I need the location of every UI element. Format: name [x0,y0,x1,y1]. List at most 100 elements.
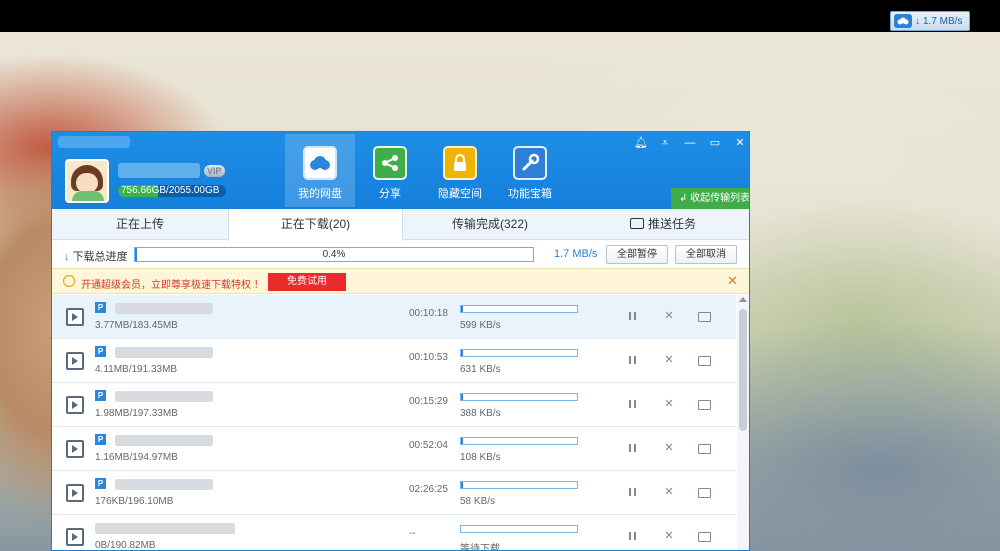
tab-downloading[interactable]: 正在下载(20) [228,209,403,241]
bell-icon[interactable]: 🔔︎ [631,134,651,152]
video-file-icon [66,352,84,370]
p-badge-icon: P [95,478,106,489]
video-file-icon [66,440,84,458]
video-file-icon [66,308,84,326]
folder-icon[interactable] [697,353,711,367]
item-speed: 388 KB/s [460,408,501,419]
storage-quota: 756.66GB/2055.00GB [118,185,226,197]
item-speed: 等待下载... [460,544,509,551]
cloud-icon [303,146,337,180]
video-file-icon [66,528,84,546]
folder-icon[interactable] [697,485,711,499]
file-size: 3.77MB/183.45MB [95,320,178,331]
table-row[interactable]: P 1.98MB/197.33MB 00:15:29 388 KB/s ✕ [52,383,736,427]
tray-speed-text: 1.7 MB/s [923,15,963,27]
item-progress-bar [460,349,578,357]
folder-icon[interactable] [697,397,711,411]
table-row[interactable]: P 176KB/196.10MB 02:26:25 58 KB/s ✕ [52,471,736,515]
tab-push-tasks[interactable]: 推送任务 [577,209,749,240]
pause-icon[interactable] [626,529,640,543]
vip-crown-icon[interactable]: VIP [204,165,225,177]
promo-text: 开通超级会员，立即尊享极速下载特权 ！ [81,280,264,291]
avatar[interactable] [65,159,109,203]
nav-hidden-space[interactable]: 隐藏空间 [425,134,495,207]
total-progress-bar: 0.4% [134,247,534,262]
close-icon[interactable]: ✕ [730,134,749,152]
cancel-all-button[interactable]: 全部取消 [675,245,737,264]
vip-promo-banner: 开通超级会员，立即尊享极速下载特权 ！ 免费试用 ✕ [52,268,749,294]
cancel-icon[interactable]: ✕ [662,397,676,411]
pause-icon[interactable] [626,485,640,499]
item-progress-bar [460,305,578,313]
item-progress-fill [461,350,464,356]
total-progress-row: ↓ 下载总进度 0.4% 1.7 MB/s 全部暂停 全部取消 [52,241,749,268]
file-size: 176KB/196.10MB [95,496,174,507]
scroll-up-icon[interactable] [739,297,747,302]
p-badge-icon: P [95,390,106,401]
scrollbar[interactable] [737,295,749,550]
minimize-icon[interactable]: — [680,134,700,152]
item-progress-bar [460,393,578,401]
nav-toolbox[interactable]: 功能宝箱 [495,134,565,207]
pause-icon[interactable] [626,397,640,411]
item-progress-bar [460,525,578,533]
p-badge-icon: P [95,434,106,445]
time-remaining: 00:10:18 [409,308,448,319]
folder-icon[interactable] [697,529,711,543]
baidu-netdisk-window: VIP 756.66GB/2055.00GB 我的网盘 分享 隐藏空间 功能宝箱… [51,131,750,551]
table-row[interactable]: P 4.11MB/191.33MB 00:10:53 631 KB/s ✕ [52,339,736,383]
dropdown-menu-icon[interactable]: ⩡ [655,134,675,152]
item-progress-fill [461,306,464,312]
file-size: 4.11MB/191.33MB [95,364,178,375]
file-name-blurred [115,303,213,314]
video-file-icon [66,484,84,502]
cancel-icon[interactable]: ✕ [662,309,676,323]
tab-uploading[interactable]: 正在上传 [52,209,228,240]
collapse-transfer-list-button[interactable]: ↲ 收起传输列表 [671,188,749,209]
tray-speed-indicator[interactable]: ↓ 1.7 MB/s [890,11,970,31]
item-progress-bar [460,437,578,445]
folder-icon[interactable] [697,309,711,323]
cancel-icon[interactable]: ✕ [662,441,676,455]
close-icon[interactable]: ✕ [727,273,738,289]
tab-completed[interactable]: 传输完成(322) [403,209,577,240]
lock-icon [443,146,477,180]
pause-icon[interactable] [626,309,640,323]
download-list: P 3.77MB/183.45MB 00:10:18 599 KB/s ✕ P … [52,295,736,551]
smile-icon [63,275,75,287]
time-remaining: 00:10:53 [409,352,448,363]
item-speed: 631 KB/s [460,364,501,375]
item-speed: 108 KB/s [460,452,501,463]
item-progress-fill [461,394,464,400]
pause-icon[interactable] [626,353,640,367]
pause-all-button[interactable]: 全部暂停 [606,245,668,264]
time-remaining: 00:52:04 [409,440,448,451]
cancel-icon[interactable]: ✕ [662,353,676,367]
nav-my-netdisk[interactable]: 我的网盘 [285,134,355,207]
file-size: 0B/190.82MB [95,540,156,551]
maximize-icon[interactable]: ▭ [705,134,725,152]
total-progress-percent: 0.4% [322,249,346,260]
folder-icon[interactable] [697,441,711,455]
table-row[interactable]: 0B/190.82MB -- 等待下载... ✕ [52,515,736,551]
file-name-blurred [115,435,213,446]
app-header: VIP 756.66GB/2055.00GB 我的网盘 分享 隐藏空间 功能宝箱… [52,132,749,209]
p-badge-icon: P [95,302,106,313]
scroll-thumb[interactable] [739,309,747,431]
nav-share[interactable]: 分享 [355,134,425,207]
file-size: 1.98MB/197.33MB [95,408,178,419]
total-progress-label: ↓ 下载总进度 [64,251,128,263]
item-progress-bar [460,481,578,489]
free-trial-button[interactable]: 免费试用 [268,273,346,291]
download-arrow-icon: ↓ [64,251,70,263]
file-name-blurred [115,391,213,402]
file-name-blurred [95,523,235,534]
cloud-icon [894,14,912,28]
table-row[interactable]: P 3.77MB/183.45MB 00:10:18 599 KB/s ✕ [52,295,736,339]
pause-icon[interactable] [626,441,640,455]
cancel-icon[interactable]: ✕ [662,485,676,499]
window-title-blurred [58,136,130,148]
wrench-icon [513,146,547,180]
cancel-icon[interactable]: ✕ [662,529,676,543]
table-row[interactable]: P 1.16MB/194.97MB 00:52:04 108 KB/s ✕ [52,427,736,471]
